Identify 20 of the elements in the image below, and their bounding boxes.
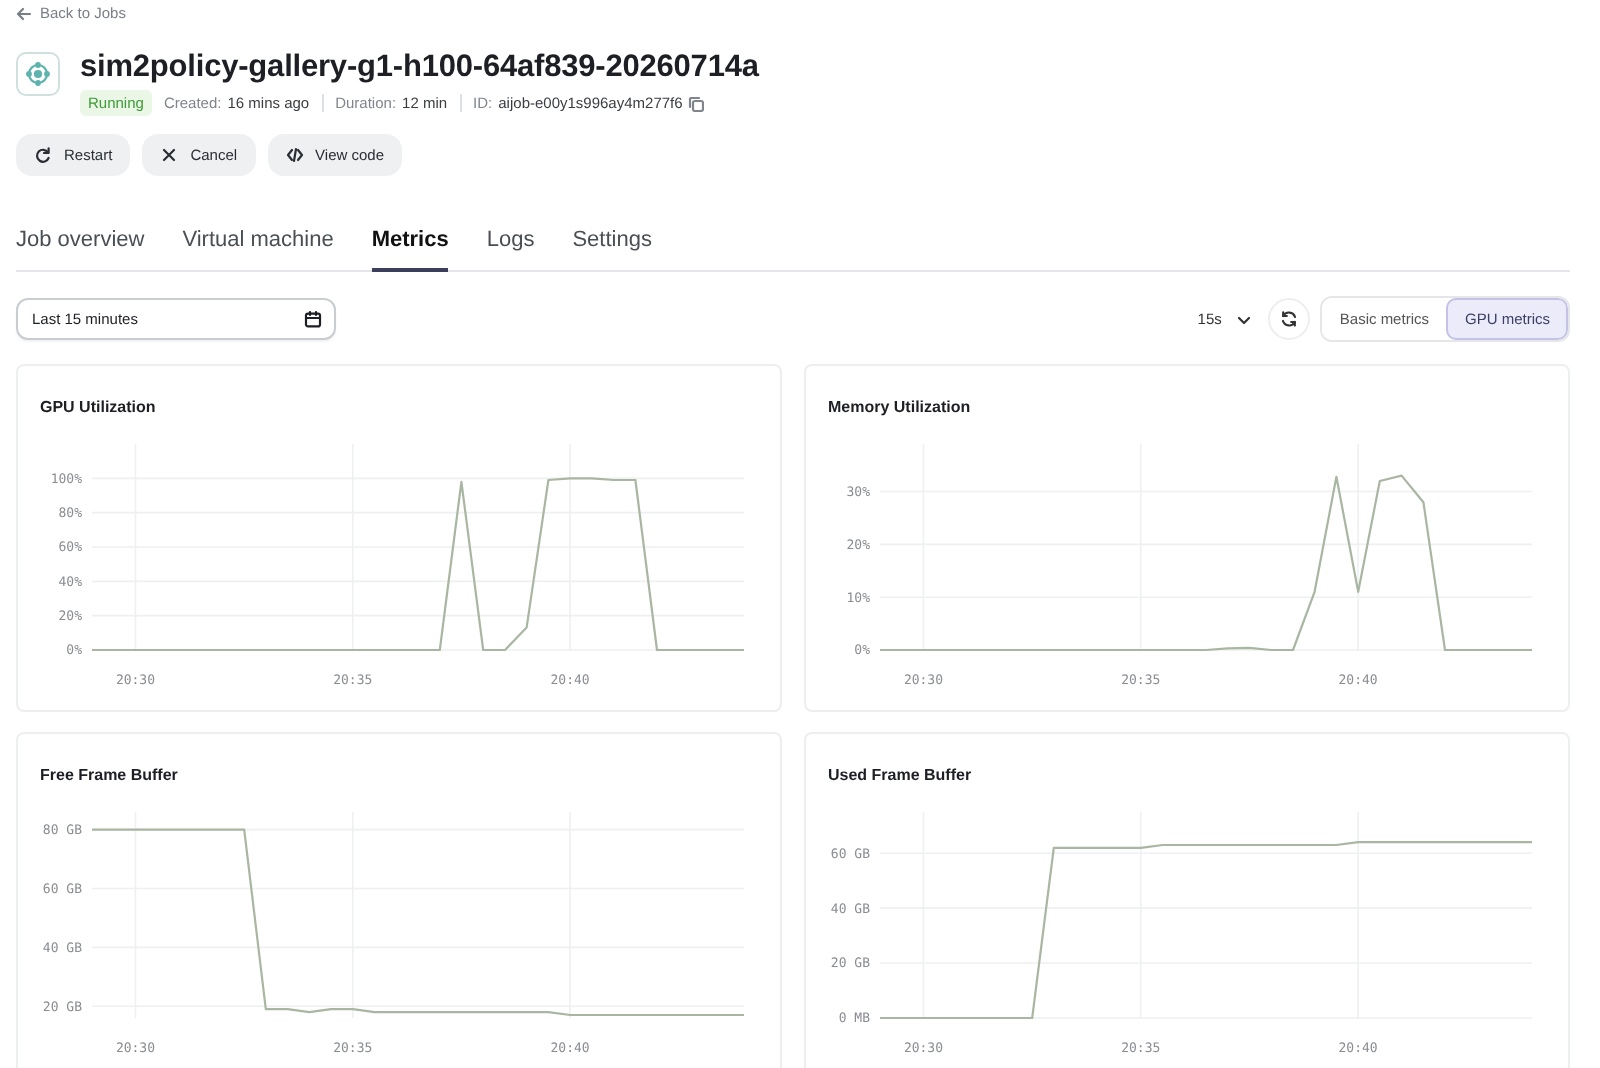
tab[interactable]: Job overview [16,208,145,272]
tab[interactable]: Logs [486,208,535,272]
chevron-down-icon [1235,311,1252,327]
arrow-left-icon [16,5,32,21]
close-icon [160,146,179,164]
copy-icon[interactable] [688,95,705,111]
atom-icon [26,62,50,86]
tab[interactable]: Metrics [371,208,449,272]
refresh-button[interactable] [1267,298,1310,340]
chart-title: Used Frame Buffer [828,764,974,788]
tab[interactable]: Virtual machine [182,208,334,272]
code-icon [285,146,304,164]
chart-title: GPU Utilization [40,396,158,420]
chart-title: Memory Utilization [828,396,973,420]
calendar-icon [304,310,322,328]
refresh-icon [1279,310,1298,328]
chart-title: Free Frame Buffer [40,764,180,788]
restart-icon [34,146,52,164]
job-title: sim2policy-gallery-g1-h100-64af839-20260714a [80,50,759,86]
tab[interactable]: Settings [572,208,652,272]
